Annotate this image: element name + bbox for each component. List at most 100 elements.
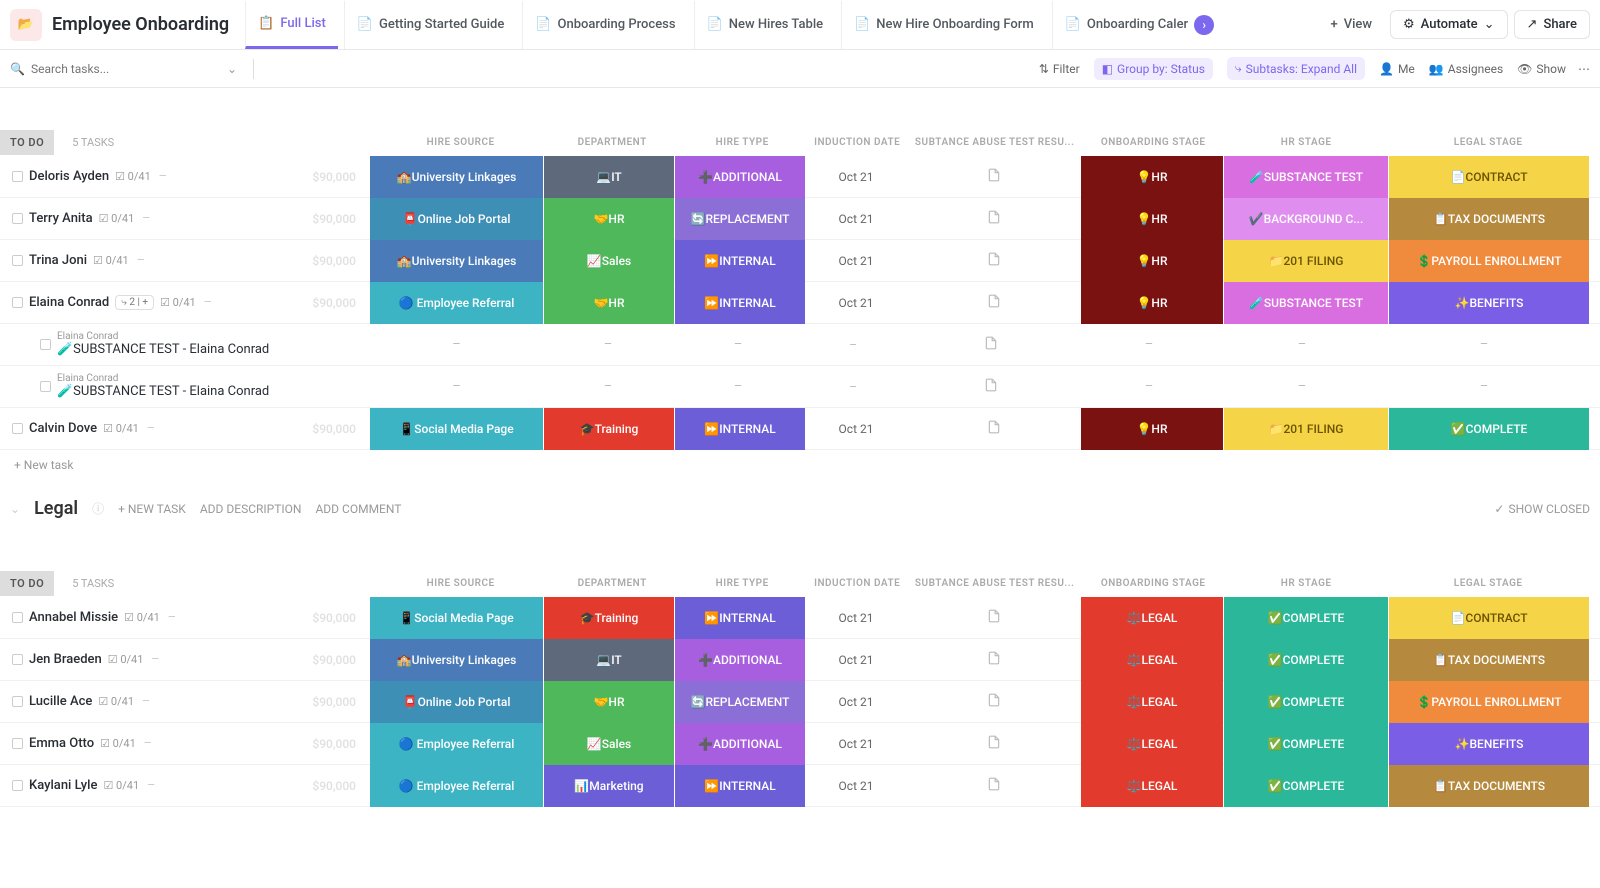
induction-date[interactable]: Oct 21 bbox=[806, 695, 906, 709]
col-hire-source[interactable]: HIRE SOURCE bbox=[374, 578, 547, 589]
table-row[interactable]: Calvin Dove ☑ 0/41 – $90,000 📱Social Med… bbox=[0, 408, 1600, 450]
department-pill[interactable]: 💻IT bbox=[544, 156, 674, 198]
checkbox-icon[interactable] bbox=[12, 738, 23, 749]
legal-stage-pill[interactable]: ✨BENEFITS bbox=[1389, 282, 1589, 324]
table-row[interactable]: Elaina Conrad ⤷ 2 | + ☑ 0/41 – $90,000 🔵… bbox=[0, 282, 1600, 324]
department-pill[interactable]: 📊Marketing bbox=[544, 765, 674, 807]
add-comment-link[interactable]: ADD COMMENT bbox=[315, 502, 401, 516]
col-onboarding-stage[interactable]: ONBOARDING STAGE bbox=[1082, 137, 1224, 148]
substance-test-doc-icon[interactable] bbox=[906, 734, 1081, 754]
hire-type-pill[interactable]: ⏩INTERNAL bbox=[675, 282, 805, 324]
checkbox-icon[interactable] bbox=[12, 780, 23, 791]
subtask-count-badge[interactable]: ⤷ 2 | + bbox=[115, 295, 154, 310]
subtask-name[interactable]: 🧪SUBSTANCE TEST - Elaina Conrad bbox=[57, 384, 269, 399]
tab-getting-started[interactable]: 📄 Getting Started Guide bbox=[344, 1, 516, 49]
doc-icon[interactable] bbox=[903, 335, 1078, 355]
subtasks-button[interactable]: ⤷ Subtasks: Expand All bbox=[1227, 57, 1365, 80]
assignees-button[interactable]: 👥 Assignees bbox=[1429, 62, 1503, 76]
task-name[interactable]: Trina Joni bbox=[29, 253, 87, 268]
induction-date[interactable]: Oct 21 bbox=[806, 653, 906, 667]
col-department[interactable]: DEPARTMENT bbox=[547, 578, 677, 589]
col-induction-date[interactable]: INDUCTION DATE bbox=[807, 578, 907, 589]
hr-stage-pill[interactable]: 📁201 FILING bbox=[1224, 408, 1388, 450]
department-pill[interactable]: 🤝HR bbox=[544, 282, 674, 324]
info-icon[interactable]: ⓘ bbox=[92, 500, 104, 517]
hire-source-pill[interactable]: 🏫University Linkages bbox=[370, 156, 543, 198]
me-button[interactable]: 👤 Me bbox=[1379, 62, 1415, 76]
onboarding-stage-pill[interactable]: ⚖️LEGAL bbox=[1081, 639, 1223, 681]
table-row[interactable]: Kaylani Lyle ☑ 0/41 – $90,000 🔵 Employee… bbox=[0, 765, 1600, 807]
checkbox-icon[interactable] bbox=[12, 654, 23, 665]
substance-test-doc-icon[interactable] bbox=[906, 692, 1081, 712]
legal-stage-pill[interactable]: 📄CONTRACT bbox=[1389, 597, 1589, 639]
onboarding-stage-pill[interactable]: ⚖️LEGAL bbox=[1081, 765, 1223, 807]
search-input[interactable] bbox=[31, 62, 191, 76]
legal-stage-pill[interactable]: ✨BENEFITS bbox=[1389, 723, 1589, 765]
hr-stage-pill[interactable]: ✅COMPLETE bbox=[1224, 765, 1388, 807]
hr-stage-pill[interactable]: 🧪SUBSTANCE TEST bbox=[1224, 282, 1388, 324]
onboarding-stage-pill[interactable]: ⚖️LEGAL bbox=[1081, 597, 1223, 639]
induction-date[interactable]: Oct 21 bbox=[806, 254, 906, 268]
col-hire-source[interactable]: HIRE SOURCE bbox=[374, 137, 547, 148]
task-name[interactable]: Deloris Ayden bbox=[29, 169, 109, 184]
add-view-button[interactable]: + View bbox=[1318, 1, 1384, 49]
hr-stage-pill[interactable]: ✅COMPLETE bbox=[1224, 681, 1388, 723]
search-chevron-icon[interactable]: ⌄ bbox=[227, 62, 237, 76]
table-row[interactable]: Emma Otto ☑ 0/41 – $90,000 🔵 Employee Re… bbox=[0, 723, 1600, 765]
legal-stage-pill[interactable]: 💲PAYROLL ENROLLMENT bbox=[1389, 681, 1589, 723]
new-task-link[interactable]: + NEW TASK bbox=[118, 502, 186, 516]
induction-date[interactable]: Oct 21 bbox=[806, 737, 906, 751]
subtask-row[interactable]: Elaina Conrad 🧪SUBSTANCE TEST - Elaina C… bbox=[0, 324, 1600, 366]
legal-stage-pill[interactable]: 📋TAX DOCUMENTS bbox=[1389, 765, 1589, 807]
department-pill[interactable]: 💻IT bbox=[544, 639, 674, 681]
tab-more-icon[interactable]: › bbox=[1194, 15, 1214, 35]
hire-type-pill[interactable]: ➕ADDITIONAL bbox=[675, 723, 805, 765]
subtask-row[interactable]: Elaina Conrad 🧪SUBSTANCE TEST - Elaina C… bbox=[0, 366, 1600, 408]
hire-source-pill[interactable]: 📮Online Job Portal bbox=[370, 198, 543, 240]
col-onboarding-stage[interactable]: ONBOARDING STAGE bbox=[1082, 578, 1224, 589]
tab-new-hire-form[interactable]: 📄 New Hire Onboarding Form bbox=[841, 1, 1046, 49]
tab-full-list[interactable]: 📋 Full List bbox=[245, 1, 338, 49]
hr-stage-pill[interactable]: ✅COMPLETE bbox=[1224, 723, 1388, 765]
onboarding-stage-pill[interactable]: ⚖️LEGAL bbox=[1081, 723, 1223, 765]
more-icon[interactable]: ⋯ bbox=[1578, 62, 1590, 76]
onboarding-stage-pill[interactable]: 💡HR bbox=[1081, 408, 1223, 450]
legal-stage-pill[interactable]: ✅COMPLETE bbox=[1389, 408, 1589, 450]
col-department[interactable]: DEPARTMENT bbox=[547, 137, 677, 148]
legal-stage-pill[interactable]: 📋TAX DOCUMENTS bbox=[1389, 198, 1589, 240]
legal-stage-pill[interactable]: 📋TAX DOCUMENTS bbox=[1389, 639, 1589, 681]
checkbox-icon[interactable] bbox=[12, 696, 23, 707]
hire-source-pill[interactable]: 📮Online Job Portal bbox=[370, 681, 543, 723]
hr-stage-pill[interactable]: 📁201 FILING bbox=[1224, 240, 1388, 282]
table-row[interactable]: Deloris Ayden ☑ 0/41 – $90,000 🏫Universi… bbox=[0, 156, 1600, 198]
checkbox-icon[interactable] bbox=[12, 297, 23, 308]
col-hire-type[interactable]: HIRE TYPE bbox=[677, 137, 807, 148]
subtask-name[interactable]: 🧪SUBSTANCE TEST - Elaina Conrad bbox=[57, 342, 269, 357]
table-row[interactable]: Lucille Ace ☑ 0/41 – $90,000 📮Online Job… bbox=[0, 681, 1600, 723]
col-substance-test[interactable]: SUBTANCE ABUSE TEST RESU... bbox=[907, 137, 1082, 148]
hire-source-pill[interactable]: 🔵 Employee Referral bbox=[370, 765, 543, 807]
automate-button[interactable]: ⚙ Automate ⌄ bbox=[1390, 10, 1508, 39]
task-name[interactable]: Calvin Dove bbox=[29, 421, 97, 436]
task-name[interactable]: Elaina Conrad bbox=[29, 295, 109, 310]
new-task-button[interactable]: + New task bbox=[0, 450, 1600, 480]
checkbox-icon[interactable] bbox=[12, 423, 23, 434]
task-name[interactable]: Terry Anita bbox=[29, 211, 93, 226]
substance-test-doc-icon[interactable] bbox=[906, 167, 1081, 187]
table-row[interactable]: Jen Braeden ☑ 0/41 – $90,000 🏫University… bbox=[0, 639, 1600, 681]
show-button[interactable]: 👁 Show bbox=[1517, 62, 1566, 76]
substance-test-doc-icon[interactable] bbox=[906, 293, 1081, 313]
induction-date[interactable]: Oct 21 bbox=[806, 611, 906, 625]
induction-date[interactable]: Oct 21 bbox=[806, 422, 906, 436]
hire-type-pill[interactable]: ➕ADDITIONAL bbox=[675, 639, 805, 681]
substance-test-doc-icon[interactable] bbox=[906, 419, 1081, 439]
checkbox-icon[interactable] bbox=[12, 612, 23, 623]
col-legal-stage[interactable]: LEGAL STAGE bbox=[1388, 137, 1588, 148]
section-collapse-icon[interactable]: ⌄ bbox=[10, 502, 20, 516]
task-name[interactable]: Kaylani Lyle bbox=[29, 778, 97, 793]
onboarding-stage-pill[interactable]: 💡HR bbox=[1081, 282, 1223, 324]
tab-onboarding-process[interactable]: 📄 Onboarding Process bbox=[522, 1, 687, 49]
induction-date[interactable]: Oct 21 bbox=[806, 170, 906, 184]
tab-onboarding-calendar[interactable]: 📄 Onboarding Caler › bbox=[1052, 1, 1226, 49]
table-row[interactable]: Terry Anita ☑ 0/41 – $90,000 📮Online Job… bbox=[0, 198, 1600, 240]
